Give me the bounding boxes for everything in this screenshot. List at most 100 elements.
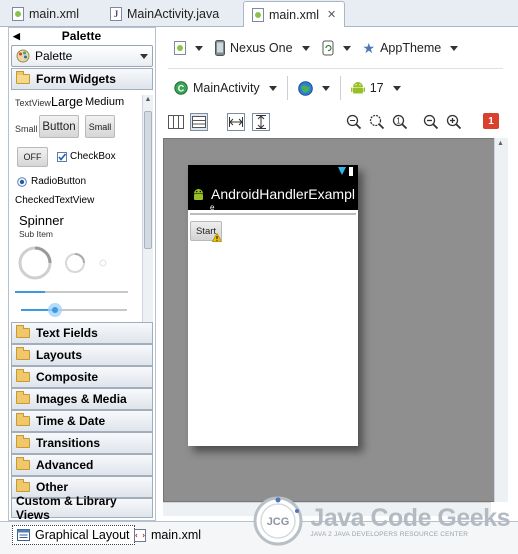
android-xml-file-icon	[12, 7, 24, 21]
category-composite[interactable]: Composite	[11, 366, 153, 388]
device-name: Nexus One	[230, 41, 293, 55]
layout-toggle-icon[interactable]	[167, 113, 185, 131]
scrollbar-thumb[interactable]	[144, 111, 152, 249]
folder-icon	[16, 413, 30, 426]
android-xml-file-icon	[174, 41, 186, 55]
category-transitions[interactable]: Transitions	[11, 432, 153, 454]
category-label: Transitions	[36, 436, 101, 450]
fill-width-icon[interactable]	[227, 113, 245, 131]
widget-large-text[interactable]: Large	[51, 95, 83, 109]
orientation-dropdown[interactable]	[316, 35, 357, 61]
svg-text:C: C	[178, 84, 185, 94]
palette-selector[interactable]: Palette	[11, 45, 153, 67]
jcg-tagline: JAVA 2 JAVA DEVELOPERS RESOURCE CENTER	[310, 530, 469, 538]
category-text-fields[interactable]: Text Fields	[11, 322, 153, 344]
activity-dropdown[interactable]: C MainActivity	[168, 75, 283, 101]
category-advanced[interactable]: Advanced	[11, 454, 153, 476]
error-count-badge[interactable]: 1	[483, 113, 499, 129]
close-tab-icon[interactable]: ✕	[327, 8, 336, 21]
folder-icon	[16, 347, 30, 360]
android-icon	[350, 82, 365, 94]
widget-small-button[interactable]: Small	[85, 115, 115, 138]
tab-main-xml-source[interactable]: main.xml	[130, 525, 205, 545]
widget-checkbox[interactable]: CheckBox	[57, 151, 116, 162]
palette-categories: Text Fields Layouts Composite Images & M…	[9, 322, 155, 522]
palette-header: ◀ Palette	[9, 28, 155, 44]
canvas-toolbar: 1 1	[163, 109, 508, 135]
category-custom-library-views[interactable]: Custom & Library Views	[11, 494, 153, 522]
horizontal-progress-bar[interactable]	[15, 291, 128, 293]
widget-textview[interactable]: TextView	[15, 98, 51, 108]
collapse-left-icon[interactable]: ◀	[13, 31, 20, 42]
layout-editor: Nexus One ★ AppTheme C MainActivity 17 1…	[163, 27, 508, 521]
category-label: Form Widgets	[36, 72, 116, 86]
widget-checked-textview[interactable]: CheckedTextView	[15, 195, 94, 206]
tab-label: Graphical Layout	[35, 528, 130, 542]
scroll-up-icon[interactable]: ▲	[143, 96, 153, 103]
app-title: AndroidHandlerExampl	[211, 186, 355, 202]
category-layouts[interactable]: Layouts	[11, 344, 153, 366]
globe-icon	[297, 80, 313, 96]
svg-text:1: 1	[396, 117, 401, 126]
widget-medium-text[interactable]: Medium	[85, 96, 124, 108]
widget-radio-button[interactable]: RadioButton	[17, 176, 86, 187]
canvas-vertical-scrollbar[interactable]: ▲	[494, 138, 508, 502]
app-title-overflow: e	[210, 203, 215, 212]
config-toolbar-row-2: C MainActivity 17	[163, 69, 508, 107]
widget-spinner-subitem: Sub Item	[19, 229, 54, 239]
tab-main-xml-1[interactable]: main.xml	[4, 2, 87, 26]
zoom-100-icon[interactable]: 1	[391, 113, 409, 131]
seekbar-widget[interactable]	[19, 302, 129, 318]
tab-main-xml-active[interactable]: main.xml ✕	[243, 1, 346, 27]
jcg-brand-name: Java Code Geeks	[310, 503, 510, 532]
activity-name: MainActivity	[193, 81, 260, 95]
folder-open-icon	[16, 71, 30, 84]
progress-bar-widgets[interactable]	[17, 243, 127, 283]
widget-small-text[interactable]: Small	[15, 124, 38, 134]
widget-spinner[interactable]: Spinner	[19, 213, 64, 228]
category-form-widgets[interactable]: Form Widgets	[11, 68, 153, 90]
form-widgets-list: TextView Large Medium Small Button Small…	[11, 95, 153, 349]
zoom-in-icon[interactable]	[445, 113, 463, 131]
config-toolbar-row-1: Nexus One ★ AppTheme	[163, 29, 508, 67]
folder-icon	[16, 435, 30, 448]
api-level-dropdown[interactable]: 17	[345, 75, 407, 101]
palette-selector-value: Palette	[35, 49, 73, 63]
phone-icon	[215, 40, 225, 56]
widget-toggle-button[interactable]: OFF	[17, 147, 48, 167]
tab-mainactivity-java[interactable]: J MainActivity.java	[102, 2, 227, 26]
zoom-real-size-icon[interactable]	[368, 113, 386, 131]
fill-height-icon[interactable]	[252, 113, 270, 131]
device-status-bar	[188, 165, 358, 178]
zoom-out-icon[interactable]	[422, 113, 440, 131]
chevron-down-icon	[140, 53, 148, 59]
category-label: Time & Date	[36, 414, 106, 428]
java-file-icon: J	[110, 7, 122, 21]
radio-selected-icon	[17, 176, 27, 187]
device-dropdown[interactable]: Nexus One	[209, 35, 316, 61]
stack-layout-icon[interactable]	[190, 113, 208, 131]
folder-icon	[16, 325, 30, 338]
tab-label: main.xml	[151, 528, 202, 542]
locale-dropdown[interactable]	[292, 75, 336, 101]
category-images-media[interactable]: Images & Media	[11, 388, 153, 410]
tab-graphical-layout[interactable]: Graphical Layout	[12, 525, 135, 545]
zoom-fit-icon[interactable]	[345, 113, 363, 131]
widget-button[interactable]: Button	[39, 115, 79, 138]
palette-title: Palette	[61, 29, 102, 43]
palette-icon	[16, 49, 30, 63]
jcg-logo: JCG	[253, 496, 303, 546]
activity-class-icon: C	[174, 81, 188, 95]
widgets-scrollbar[interactable]: ▲ ▼	[142, 95, 153, 349]
tab-label: main.xml	[29, 7, 80, 21]
chevron-down-icon	[268, 85, 277, 91]
theme-dropdown[interactable]: ★ AppTheme	[357, 35, 465, 61]
category-time-date[interactable]: Time & Date	[11, 410, 153, 432]
api-level: 17	[369, 81, 384, 95]
scroll-up-icon[interactable]: ▲	[497, 140, 504, 147]
category-label: Custom & Library Views	[16, 494, 117, 522]
app-android-icon	[194, 188, 203, 200]
svg-text:JCG: JCG	[267, 516, 290, 528]
layout-canvas[interactable]: AndroidHandlerExampl e Start	[163, 138, 505, 502]
layout-config-dropdown[interactable]	[168, 35, 209, 61]
